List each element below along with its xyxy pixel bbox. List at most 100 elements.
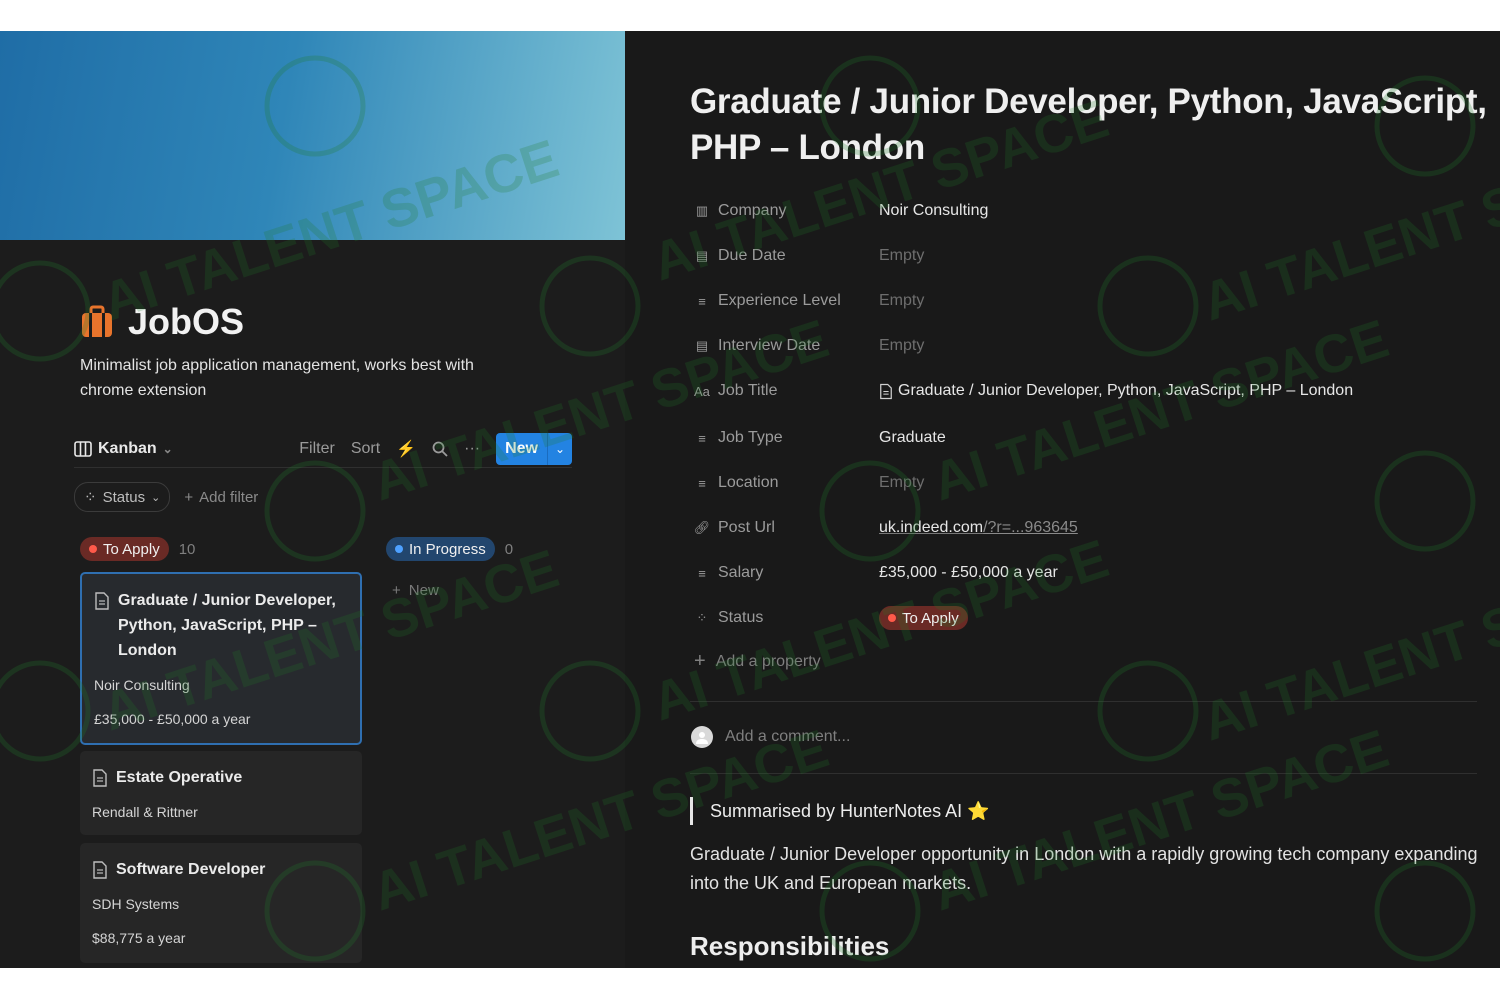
filter-bar: ⁘ Status ⌄ + Add filter [74, 482, 258, 512]
property-value: Graduate [879, 429, 946, 446]
new-button[interactable]: New ⌄ [496, 433, 572, 465]
job-title-link[interactable]: Graduate / Junior Developer, Python, Jav… [898, 382, 1353, 400]
calendar-icon: ▤ [695, 338, 709, 353]
cover-image [0, 31, 625, 240]
status-value: To Apply [902, 609, 959, 627]
property-label: Post Url [718, 519, 775, 536]
property-value: Empty [879, 337, 925, 354]
column-header-to-apply: To Apply 10 [80, 537, 195, 561]
comment-placeholder: Add a comment... [725, 728, 851, 745]
card-company: Noir Consulting [94, 677, 190, 693]
property-due-date[interactable]: ▤ Due Date Empty [694, 242, 925, 270]
property-location[interactable]: ≡ Location Empty [694, 469, 924, 497]
view-label: Kanban [98, 440, 157, 457]
card-title-row: Estate Operative [92, 765, 350, 790]
property-label: Company [718, 202, 787, 219]
column-new-button[interactable]: + New [392, 582, 439, 599]
status-icon: ⁘ [84, 489, 97, 506]
board-icon [74, 441, 92, 457]
column-label: To Apply [103, 540, 160, 558]
property-label: Status [718, 609, 764, 626]
add-filter-button[interactable]: + Add filter [184, 489, 258, 506]
document-icon [93, 861, 107, 879]
property-label: Due Date [718, 247, 786, 264]
card-title: Estate Operative [116, 769, 243, 786]
kanban-card[interactable]: Graduate / Junior Developer, Python, Jav… [80, 572, 362, 745]
divider [690, 701, 1477, 702]
automation-icon[interactable]: ⚡ [396, 439, 416, 459]
jobos-database-pane: JobOS Minimalist job application managem… [0, 31, 625, 968]
add-property-label: Add a property [715, 652, 821, 670]
plus-icon: + [184, 488, 194, 506]
status-filter-chip[interactable]: ⁘ Status ⌄ [74, 482, 171, 512]
status-dot [395, 545, 403, 553]
briefcase-icon: ▥ [695, 203, 709, 218]
kanban-card[interactable]: Software Developer SDH Systems $88,775 a… [80, 843, 362, 963]
property-value: Empty [879, 247, 925, 264]
column-label: In Progress [409, 540, 486, 558]
comment-input[interactable]: Add a comment... [691, 726, 850, 748]
add-property-button[interactable]: + Add a property [694, 650, 821, 673]
url-domain: uk.indeed.com [879, 519, 984, 536]
view-selector[interactable]: Kanban ⌄ [74, 440, 173, 458]
avatar [691, 726, 713, 748]
more-options-icon[interactable]: ··· [464, 440, 480, 458]
text-type-icon: Aa [694, 383, 710, 399]
property-label: Experience Level [718, 292, 841, 309]
property-value: £35,000 - £50,000 a year [879, 564, 1058, 581]
card-title-row: Graduate / Junior Developer, Python, Jav… [94, 588, 348, 663]
section-heading: Responsibilities [690, 931, 890, 961]
post-url-link[interactable]: uk.indeed.com/?r=...963645 [879, 519, 1078, 537]
property-experience-level[interactable]: ≡ Experience Level Empty [694, 287, 924, 315]
divider [690, 773, 1477, 774]
property-post-url[interactable]: 🔗︎ Post Url uk.indeed.com/?r=...963645 [694, 514, 1078, 542]
property-interview-date[interactable]: ▤ Interview Date Empty [694, 332, 925, 360]
card-company: SDH Systems [92, 896, 180, 912]
card-company: Rendall & Rittner [92, 804, 198, 820]
app-window: JobOS Minimalist job application managem… [0, 31, 1500, 968]
chevron-down-icon[interactable]: ⌄ [547, 433, 572, 465]
property-salary[interactable]: ≡ Salary £35,000 - £50,000 a year [694, 559, 1058, 587]
chevron-down-icon: ⌄ [162, 442, 173, 456]
filter-button[interactable]: Filter [299, 440, 335, 458]
page-title: JobOS [128, 301, 245, 342]
job-detail-pane: Graduate / Junior Developer, Python, Jav… [625, 31, 1500, 968]
property-label: Interview Date [718, 337, 821, 354]
page-description: Minimalist job application management, w… [80, 357, 474, 399]
card-salary: £35,000 - £50,000 a year [94, 711, 251, 727]
document-icon [95, 592, 109, 610]
list-icon: ≡ [698, 565, 706, 581]
column-header-in-progress: In Progress 0 [386, 537, 513, 561]
property-value: Empty [879, 474, 925, 491]
property-job-title[interactable]: Aa Job Title Graduate / Junior Developer,… [694, 377, 1353, 405]
search-icon[interactable] [432, 441, 448, 457]
chevron-down-icon: ⌄ [151, 491, 161, 504]
summary-quote: Summarised by HunterNotes AI ⭐ [690, 797, 990, 825]
property-status[interactable]: ⁘ Status To Apply [694, 604, 968, 632]
plus-icon: + [392, 582, 401, 599]
status-badge[interactable]: To Apply [879, 606, 968, 630]
status-badge[interactable]: To Apply [80, 537, 169, 561]
list-icon: ≡ [698, 430, 706, 446]
job-title-heading[interactable]: Graduate / Junior Developer, Python, Jav… [690, 79, 1490, 171]
property-job-type[interactable]: ≡ Job Type Graduate [694, 424, 946, 452]
card-title: Software Developer [116, 861, 266, 878]
toolbar-actions: Filter Sort ⚡ ··· New ⌄ [299, 433, 572, 465]
status-dot [888, 614, 896, 622]
property-value: Empty [879, 292, 925, 309]
status-badge[interactable]: In Progress [386, 537, 495, 561]
status-dot [89, 545, 97, 553]
add-filter-label: Add filter [199, 488, 259, 506]
document-icon [880, 383, 892, 399]
url-path: /?r=...963645 [983, 519, 1078, 536]
user-icon [696, 732, 708, 744]
kanban-card[interactable]: Estate Operative Rendall & Rittner [80, 751, 362, 835]
new-button-label: New [505, 440, 538, 457]
document-icon [93, 769, 107, 787]
page-title-row: JobOS [80, 301, 244, 343]
link-icon: 🔗︎ [693, 520, 711, 535]
sort-button[interactable]: Sort [351, 440, 380, 458]
property-label: Job Type [718, 429, 783, 446]
property-company[interactable]: ▥ Company Noir Consulting [694, 197, 989, 225]
property-value: Noir Consulting [879, 202, 989, 219]
